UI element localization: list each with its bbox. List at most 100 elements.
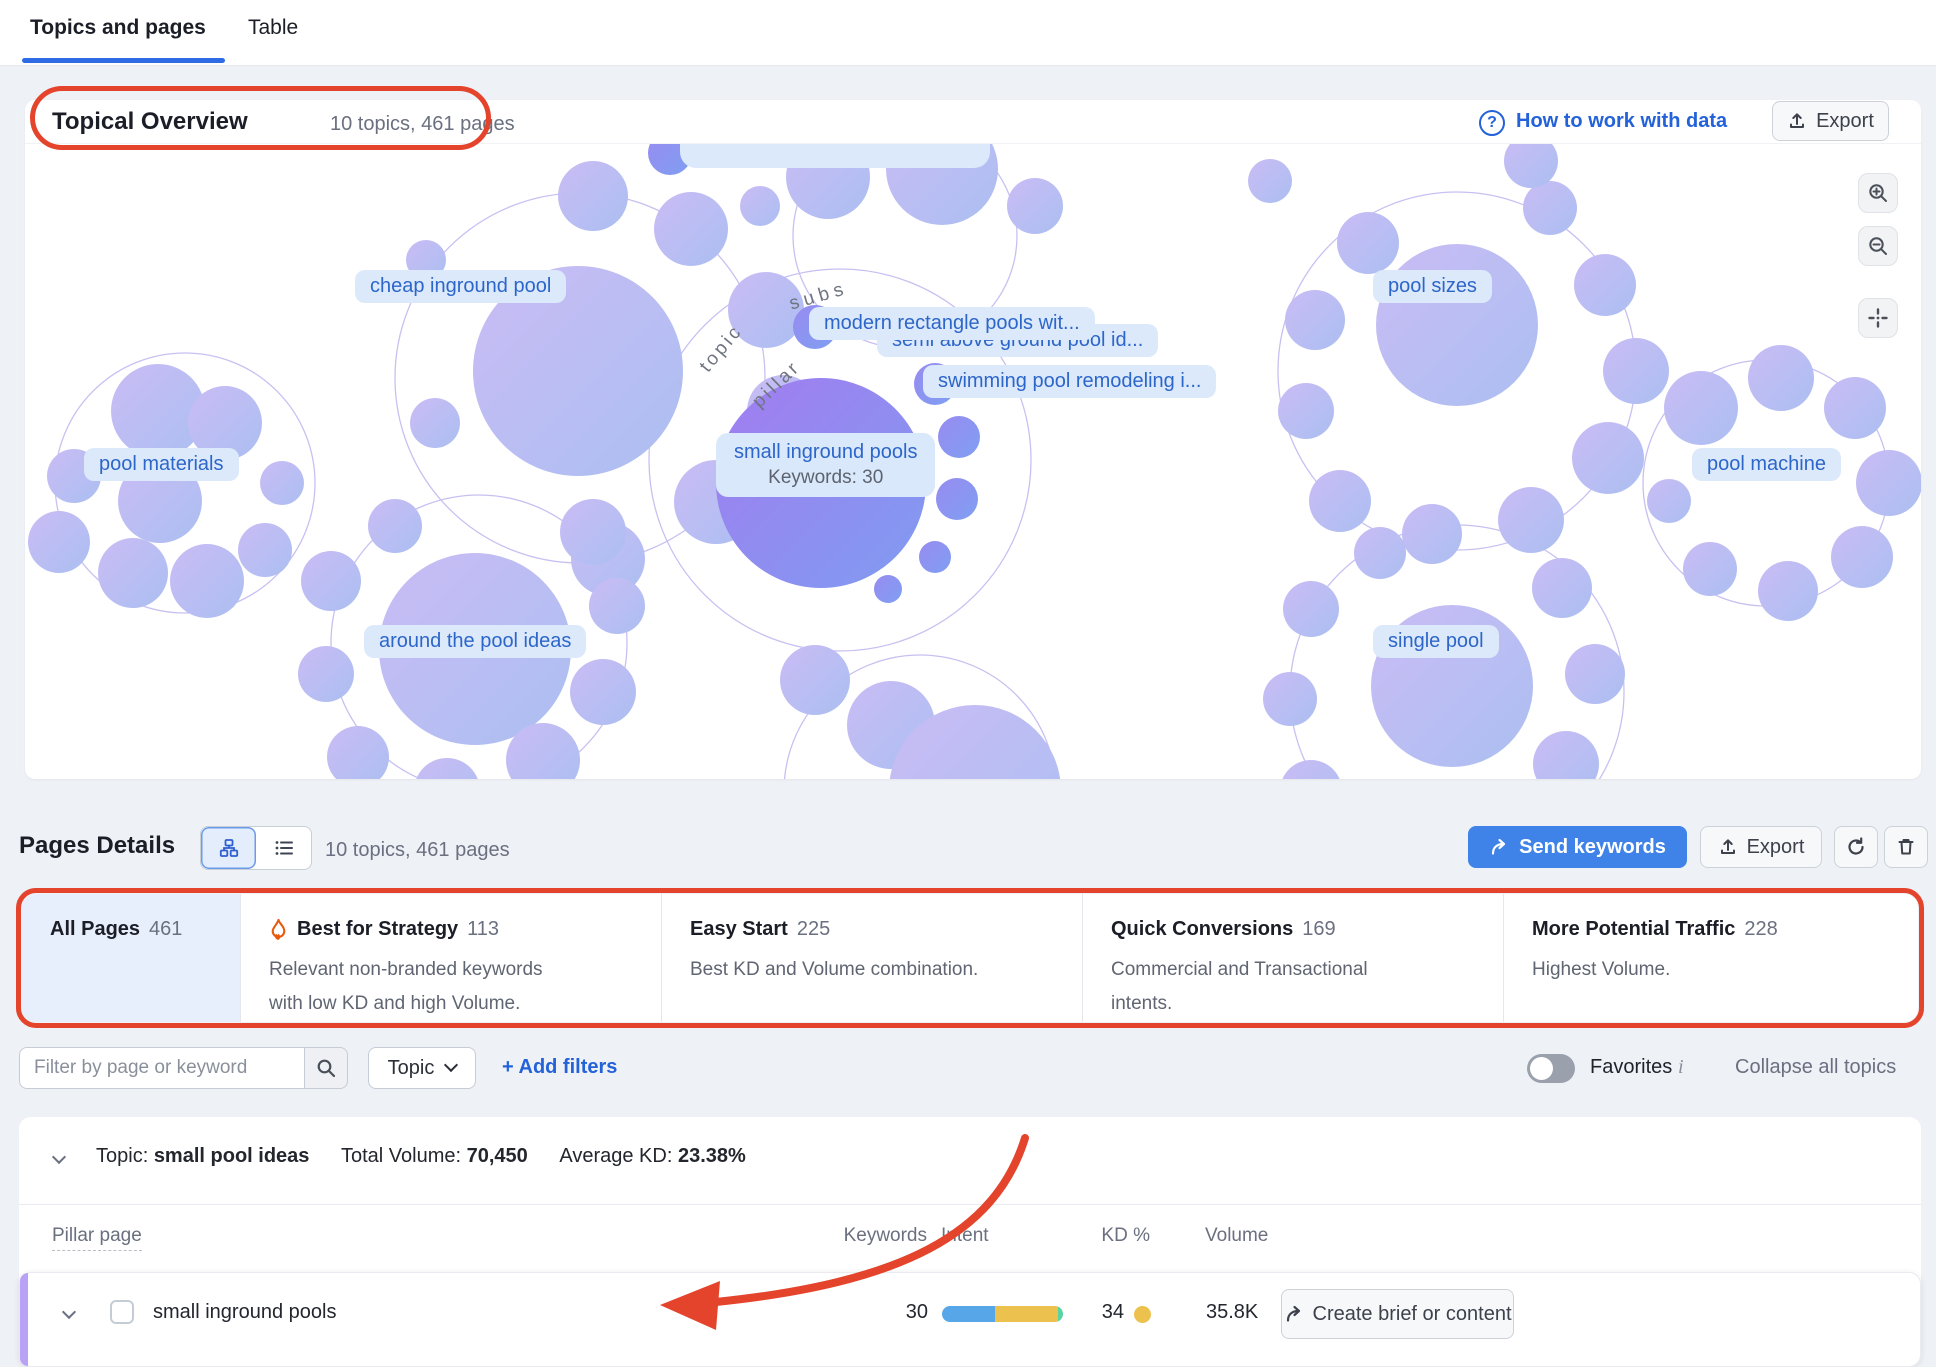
subtopic-bubble[interactable] xyxy=(938,416,980,458)
keyword-bubble[interactable] xyxy=(740,186,780,226)
pillar-topic-keywords: Keywords: 30 xyxy=(734,467,917,489)
keyword-bubble[interactable] xyxy=(654,192,728,266)
keyword-bubble[interactable] xyxy=(1603,338,1669,404)
keyword-bubble[interactable] xyxy=(28,511,90,573)
topic-bubble-chart[interactable]: topic pillar subs cheap inground pool po… xyxy=(25,143,1921,779)
keyword-bubble[interactable] xyxy=(1647,479,1691,523)
keyword-bubble[interactable] xyxy=(1572,422,1644,494)
view-topics-button[interactable] xyxy=(201,827,256,869)
topic-label-modern-rectangle[interactable]: modern rectangle pools wit... xyxy=(809,307,1095,340)
tab-table[interactable]: Table xyxy=(248,16,298,40)
keyword-bubble[interactable] xyxy=(1498,487,1564,553)
column-header-volume[interactable]: Volume xyxy=(1205,1225,1268,1247)
search-input[interactable] xyxy=(19,1047,304,1089)
pillar-page-name[interactable]: small inground pools xyxy=(153,1301,336,1324)
tab-topics-and-pages[interactable]: Topics and pages xyxy=(30,16,206,40)
add-filters-link[interactable]: + Add filters xyxy=(502,1056,617,1079)
keyword-bubble[interactable] xyxy=(1354,527,1406,579)
topic-label-pool-materials[interactable]: pool materials xyxy=(84,448,239,481)
keyword-bubble[interactable] xyxy=(1565,644,1625,704)
send-keywords-button[interactable]: Send keywords xyxy=(1468,826,1687,868)
keyword-bubble[interactable] xyxy=(780,645,850,715)
keyword-bubble[interactable] xyxy=(260,461,304,505)
keyword-bubble[interactable] xyxy=(1007,178,1063,234)
keyword-bubble[interactable] xyxy=(1248,159,1292,203)
row-checkbox[interactable] xyxy=(110,1300,134,1324)
export-button-pages[interactable]: Export xyxy=(1700,826,1822,868)
how-to-work-with-data-link[interactable]: How to work with data xyxy=(1516,110,1727,133)
topic-label-pool-machine[interactable]: pool machine xyxy=(1692,448,1841,481)
keyword-bubble[interactable] xyxy=(1856,450,1921,516)
keyword-bubble[interactable] xyxy=(1574,254,1636,316)
view-list-button[interactable] xyxy=(256,827,311,869)
keyword-bubble[interactable] xyxy=(1523,181,1577,235)
topic-label-swimming-pool-remodeling[interactable]: swimming pool remodeling i... xyxy=(923,365,1216,398)
keyword-bubble[interactable] xyxy=(1683,542,1737,596)
keyword-bubble[interactable] xyxy=(98,538,168,608)
favorites-toggle[interactable] xyxy=(1527,1054,1575,1083)
keyword-bubble[interactable] xyxy=(560,499,626,565)
tab-easy-start[interactable]: Easy Start 225 Best KD and Volume combin… xyxy=(662,894,1083,1022)
keyword-bubble[interactable] xyxy=(1278,383,1334,439)
tab-more-potential-traffic[interactable]: More Potential Traffic 228 Highest Volum… xyxy=(1504,894,1918,1022)
keyword-bubble[interactable] xyxy=(1309,470,1371,532)
column-header-keywords[interactable]: Keywords xyxy=(830,1225,927,1247)
keyword-bubble[interactable] xyxy=(368,499,422,553)
keyword-bubble[interactable] xyxy=(1664,371,1738,445)
keyword-bubble[interactable] xyxy=(301,551,361,611)
keyword-bubble[interactable] xyxy=(1824,377,1886,439)
delete-button[interactable] xyxy=(1884,826,1928,868)
topic-filter-dropdown[interactable]: Topic xyxy=(368,1047,476,1089)
keyword-bubble[interactable] xyxy=(1263,672,1317,726)
refresh-button[interactable] xyxy=(1834,826,1878,868)
subtopic-bubble[interactable] xyxy=(919,541,951,573)
tab-all-pages[interactable]: All Pages 461 xyxy=(22,894,241,1022)
center-view-button[interactable] xyxy=(1858,298,1898,338)
bubble-chart-canvas[interactable] xyxy=(25,144,1921,779)
keyword-bubble[interactable] xyxy=(570,659,636,725)
info-icon[interactable]: i xyxy=(1678,1056,1684,1079)
collapse-all-topics-link[interactable]: Collapse all topics xyxy=(1735,1056,1896,1079)
keyword-bubble[interactable] xyxy=(1280,760,1342,779)
keyword-bubble[interactable] xyxy=(1283,581,1339,637)
keyword-bubble[interactable] xyxy=(1758,561,1818,621)
search-button[interactable] xyxy=(304,1047,348,1089)
topic-label-pool-sizes[interactable]: pool sizes xyxy=(1373,270,1492,303)
keyword-bubble[interactable] xyxy=(1376,244,1538,406)
keyword-bubble[interactable] xyxy=(170,544,244,618)
export-button-top[interactable]: Export xyxy=(1772,101,1889,141)
topic-label-cheap-inground-pool[interactable]: cheap inground pool xyxy=(355,270,566,303)
top-tab-bar: Topics and pages Table xyxy=(0,0,1936,66)
column-header-pillar-page[interactable]: Pillar page xyxy=(52,1225,142,1251)
keyword-bubble[interactable] xyxy=(298,646,354,702)
subtopic-bubble[interactable] xyxy=(874,575,902,603)
column-header-kd[interactable]: KD % xyxy=(1090,1225,1150,1247)
create-brief-button[interactable]: Create brief or content xyxy=(1281,1289,1514,1339)
keyword-bubble[interactable] xyxy=(1533,731,1599,779)
tab-best-for-strategy[interactable]: Best for Strategy 113 Relevant non-brand… xyxy=(241,894,662,1022)
keyword-bubble[interactable] xyxy=(410,398,460,448)
keyword-bubble[interactable] xyxy=(327,726,389,779)
pillar-topic-tooltip[interactable]: small inground pools Keywords: 30 xyxy=(716,433,935,497)
list-icon xyxy=(274,838,294,858)
topic-collapse-chevron[interactable] xyxy=(52,1150,66,1164)
keyword-bubble[interactable] xyxy=(1748,345,1814,411)
keyword-bubble[interactable] xyxy=(1337,212,1399,274)
topic-label-single-pool[interactable]: single pool xyxy=(1373,625,1499,658)
keyword-bubble[interactable] xyxy=(1285,290,1345,350)
zoom-out-button[interactable] xyxy=(1858,226,1898,266)
tab-quick-conversions[interactable]: Quick Conversions 169 Commercial and Tra… xyxy=(1083,894,1504,1022)
subtopic-bubble[interactable] xyxy=(936,478,978,520)
zoom-in-button[interactable] xyxy=(1858,173,1898,213)
topic-label-around-the-pool-ideas[interactable]: around the pool ideas xyxy=(364,625,586,658)
keyword-bubble[interactable] xyxy=(1402,504,1462,564)
topic-label-cutoff[interactable] xyxy=(680,143,990,168)
keyword-bubble[interactable] xyxy=(1831,526,1893,588)
keyword-bubble[interactable] xyxy=(1532,558,1592,618)
keyword-bubble[interactable] xyxy=(558,161,628,231)
row-expand-chevron[interactable] xyxy=(62,1305,76,1319)
keyword-bubble[interactable] xyxy=(414,758,480,779)
keyword-bubble[interactable] xyxy=(238,523,292,577)
keyword-bubble[interactable] xyxy=(589,578,645,634)
pillar-page-row[interactable]: small inground pools 30 34 35.8K Create … xyxy=(19,1272,1921,1367)
